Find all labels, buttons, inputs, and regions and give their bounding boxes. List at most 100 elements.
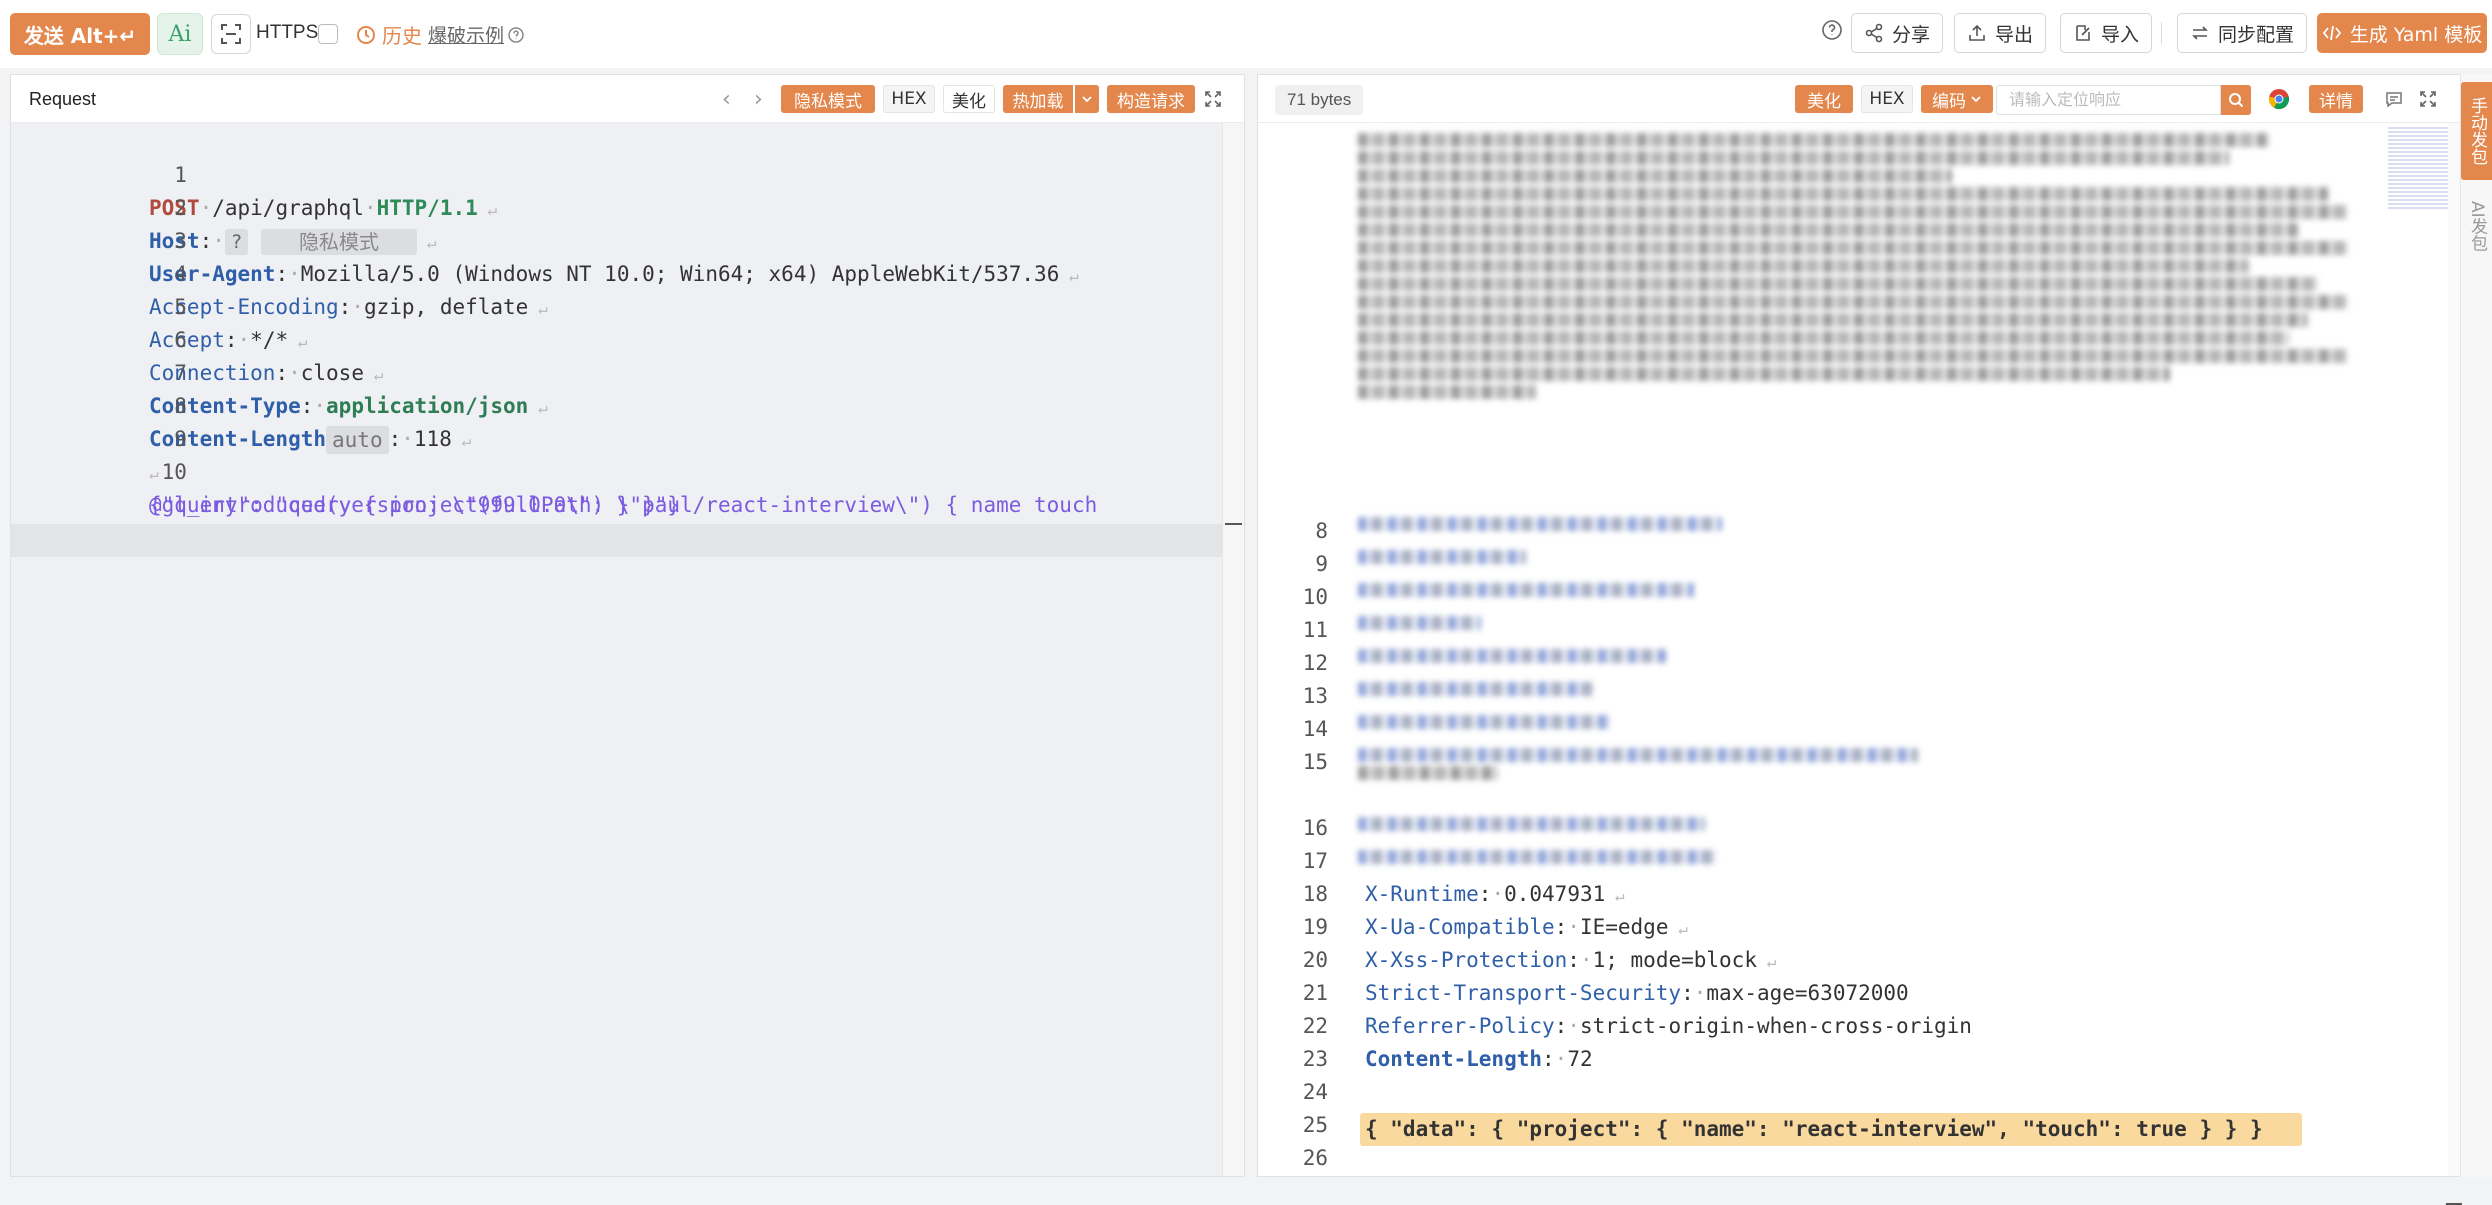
http-protocol: HTTP/1.1: [376, 196, 478, 220]
response-header-line: X-Xss-Protection:·1; mode=block ↵: [1365, 948, 1777, 972]
example-link[interactable]: 爆破示例: [428, 21, 524, 48]
line-number: 23: [1302, 1047, 1328, 1071]
comment-icon[interactable]: [2384, 89, 2404, 109]
code-line: 9 ↵: [11, 390, 187, 483]
request-scrollbar[interactable]: [1222, 123, 1244, 1176]
code-line: 8 Content-Length auto:·118 ↵: [11, 357, 471, 454]
private-mode-button[interactable]: 隐私模式: [781, 85, 875, 113]
beautify-button[interactable]: 美化: [943, 85, 995, 113]
line-number: 10: [161, 460, 187, 484]
send-button[interactable]: 发送 Alt+↵: [10, 13, 150, 55]
chevron-left-icon[interactable]: ‹: [722, 87, 731, 112]
request-editor[interactable]: 1 POST·/api/graphql·HTTP/1.1 ↵ 2 Host:·?…: [11, 123, 1224, 1176]
response-header-line: Strict-Transport-Security:·max-age=63072…: [1365, 981, 1909, 1005]
top-toolbar: 发送 Alt+↵ Ai HTTPS 历史 爆破示例 分享 导出 导入 同步配置 …: [0, 0, 2492, 68]
hot-load-dropdown[interactable]: [1075, 85, 1099, 113]
sync-icon: [2192, 26, 2208, 40]
https-label: HTTPS: [256, 22, 319, 43]
export-icon: [1969, 24, 1985, 41]
share-button[interactable]: 分享: [1851, 13, 1944, 53]
build-request-button[interactable]: 构造请求: [1107, 85, 1195, 113]
scan-icon: [221, 24, 241, 44]
line-number: 11: [1302, 618, 1328, 642]
fullscreen-icon[interactable]: [2418, 89, 2438, 109]
chevron-down-icon: [1082, 96, 1092, 103]
header-value: 0.047931: [1504, 882, 1606, 906]
request-panel: Request ‹ › 隐私模式 HEX 美化 热加载 构造请求 1 POST·…: [10, 74, 1245, 1177]
chrome-icon[interactable]: [2268, 88, 2290, 110]
code-line: 3 User-Agent:·Mozilla/5.0 (Windows NT 10…: [11, 192, 1079, 286]
search-icon: [2229, 93, 2244, 108]
response-scrollbar[interactable]: [2446, 123, 2462, 1205]
response-size: 71 bytes: [1275, 85, 1364, 115]
question-icon[interactable]: [1821, 19, 1843, 41]
line-number: 16: [1302, 816, 1328, 840]
export-label: 导出: [1995, 23, 2034, 46]
request-path: /api/graphql: [212, 196, 364, 220]
code-line: 6 Connection:·close ↵: [11, 291, 383, 385]
response-editor[interactable]: 8 9 10 11 12 13 14 15 16 17 18 19 20 21 …: [1258, 123, 2458, 1176]
line-number: 17: [1302, 849, 1328, 873]
share-label: 分享: [1892, 23, 1931, 46]
scan-button[interactable]: [211, 14, 251, 54]
header-key: Referrer-Policy: [1365, 1014, 1555, 1038]
header-key: X-Runtime: [1365, 882, 1479, 906]
response-search-input[interactable]: 请输入定位响应: [1996, 85, 2221, 115]
fullscreen-icon[interactable]: [1203, 89, 1223, 109]
chevron-right-icon[interactable]: ›: [754, 87, 763, 112]
header-value: IE=edge: [1579, 915, 1669, 939]
response-beautify-button[interactable]: 美化: [1795, 85, 1853, 113]
header-value: 1; mode=block: [1592, 948, 1757, 972]
help-circle-icon: [508, 26, 524, 43]
auto-badge: auto: [326, 426, 389, 454]
line-number: 10: [1302, 585, 1328, 609]
share-icon: [1865, 23, 1883, 43]
line-number: 1: [174, 163, 187, 187]
code-line: 2 Host:·? 隐私模式 ↵: [11, 159, 436, 255]
generate-yaml-button[interactable]: 生成 Yaml 模板: [2317, 13, 2487, 53]
import-button[interactable]: 导入: [2060, 13, 2153, 53]
line-number: 15: [1302, 750, 1328, 774]
host-placeholder: ?: [224, 229, 249, 255]
line-number: 9: [1315, 552, 1328, 576]
header-value: */*: [250, 328, 289, 352]
export-button[interactable]: 导出: [1954, 13, 2047, 53]
sync-label: 同步配置: [2218, 23, 2295, 46]
response-hex-button[interactable]: HEX: [1861, 85, 1913, 113]
header-key: Strict-Transport-Security: [1365, 981, 1682, 1005]
history-button[interactable]: 历史: [356, 20, 422, 49]
line-number: 20: [1302, 948, 1328, 972]
header-value: Mozilla/5.0 (Windows NT 10.0; Win64; x64…: [300, 262, 1060, 286]
code-line: @gl_introduced(version: \"999.0.0\") } }…: [11, 456, 680, 517]
tab-manual-send[interactable]: 手动发包: [2461, 82, 2492, 180]
response-body: { "data": { "project": { "name": "react-…: [1365, 1117, 2263, 1141]
redacted-response-headers: [1358, 129, 2348, 403]
sync-config-button[interactable]: 同步配置: [2177, 13, 2308, 53]
line-number: 4: [174, 262, 187, 286]
import-icon: [2076, 25, 2090, 41]
code-line: 1 POST·/api/graphql·HTTP/1.1 ↵: [11, 126, 497, 220]
line-number: 7: [174, 361, 187, 385]
code-line: 10 {"query": "query { project(fullPath: …: [11, 423, 1097, 517]
history-label: 历史: [382, 24, 422, 48]
response-header-line: Content-Length:·72: [1365, 1047, 1593, 1071]
request-title: Request: [29, 89, 97, 109]
hex-button[interactable]: HEX: [883, 85, 935, 113]
response-search-button[interactable]: [2221, 85, 2251, 115]
ai-icon: Ai: [168, 21, 192, 47]
hot-load-button[interactable]: 热加载: [1003, 85, 1073, 113]
request-panel-header: Request ‹ › 隐私模式 HEX 美化 热加载 构造请求: [11, 75, 1244, 123]
scroll-position-marker: [1225, 523, 1242, 525]
line-number: 22: [1302, 1014, 1328, 1038]
details-button[interactable]: 详情: [2309, 85, 2363, 113]
encoding-dropdown[interactable]: 编码: [1921, 85, 1993, 113]
ai-button[interactable]: Ai: [157, 13, 203, 55]
line-number: 9: [174, 427, 187, 451]
tab-ai-send[interactable]: AI发包: [2461, 186, 2492, 266]
line-number: 8: [174, 394, 187, 418]
current-line-highlight: [11, 524, 1224, 557]
https-checkbox[interactable]: [318, 24, 338, 44]
code-line: 7 Content-Type:·application/json ↵: [11, 324, 548, 418]
header-key: X-Xss-Protection: [1365, 948, 1568, 972]
response-header-line: X-Runtime:·0.047931 ↵: [1365, 882, 1625, 906]
